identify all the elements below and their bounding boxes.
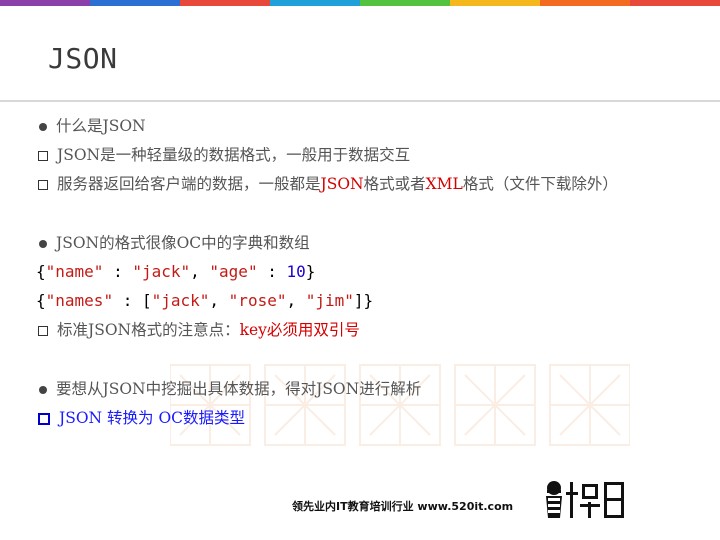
item-text: 标准JSON格式的注意点： bbox=[57, 321, 240, 339]
code-example-array: {"names" : ["jack", "rose", "jim"]} bbox=[36, 291, 374, 310]
highlight-xml: XML bbox=[425, 175, 463, 193]
item-text: JSON是一种轻量级的数据格式，一般用于数据交互 bbox=[57, 146, 411, 164]
brand-logo bbox=[546, 481, 624, 518]
bullet-square-icon bbox=[38, 412, 50, 425]
list-item: 什么是JSON bbox=[36, 114, 696, 143]
color-segment bbox=[90, 0, 180, 6]
bullet-dot-icon bbox=[39, 122, 47, 131]
color-segment bbox=[180, 0, 270, 6]
list-item: JSON的格式很像OC中的字典和数组 bbox=[36, 231, 696, 260]
bullet-square-icon bbox=[38, 150, 48, 161]
bullet-dot-icon bbox=[39, 385, 47, 394]
list-item: JSON 转换为 OC数据类型 bbox=[36, 406, 696, 435]
top-color-bar bbox=[0, 0, 720, 6]
item-text: 什么是JSON bbox=[56, 117, 146, 135]
item-text: JSON 转换为 OC数据类型 bbox=[59, 409, 246, 427]
list-item: JSON是一种轻量级的数据格式，一般用于数据交互 bbox=[36, 143, 696, 172]
title-divider bbox=[0, 100, 720, 102]
item-text: 服务器返回给客户端的数据，一般都是 bbox=[57, 175, 321, 193]
footer-slogan: 领先业内IT教育培训行业 www.520it.com bbox=[292, 500, 514, 513]
color-segment bbox=[630, 0, 720, 6]
bullet-dot-icon bbox=[39, 239, 47, 248]
code-example-dictionary: {"name" : "jack", "age" : 10} bbox=[36, 262, 316, 281]
item-text: 格式（文件下载除外） bbox=[462, 175, 618, 193]
color-segment bbox=[0, 0, 90, 6]
item-text: JSON的格式很像OC中的字典和数组 bbox=[56, 234, 310, 252]
list-item: 要想从JSON中挖掘出具体数据，得对JSON进行解析 bbox=[36, 377, 696, 406]
color-segment bbox=[360, 0, 450, 6]
slide-body: 什么是JSON JSON是一种轻量级的数据格式，一般用于数据交互 服务器返回给客… bbox=[36, 114, 696, 435]
color-segment bbox=[450, 0, 540, 6]
bullet-square-icon bbox=[38, 325, 48, 336]
item-text: 要想从JSON中挖掘出具体数据，得对JSON进行解析 bbox=[56, 380, 422, 398]
color-segment bbox=[270, 0, 360, 6]
list-item: 标准JSON格式的注意点：key必须用双引号 bbox=[36, 318, 696, 347]
slide-title: JSON bbox=[48, 42, 118, 75]
item-text: 格式或者 bbox=[363, 175, 426, 193]
list-item: 服务器返回给客户端的数据，一般都是JSON格式或者XML格式（文件下载除外） bbox=[36, 172, 696, 201]
highlight-note: key必须用双引号 bbox=[239, 321, 360, 339]
color-segment bbox=[540, 0, 630, 6]
highlight-json: JSON bbox=[320, 175, 364, 193]
bullet-square-icon bbox=[38, 179, 48, 190]
